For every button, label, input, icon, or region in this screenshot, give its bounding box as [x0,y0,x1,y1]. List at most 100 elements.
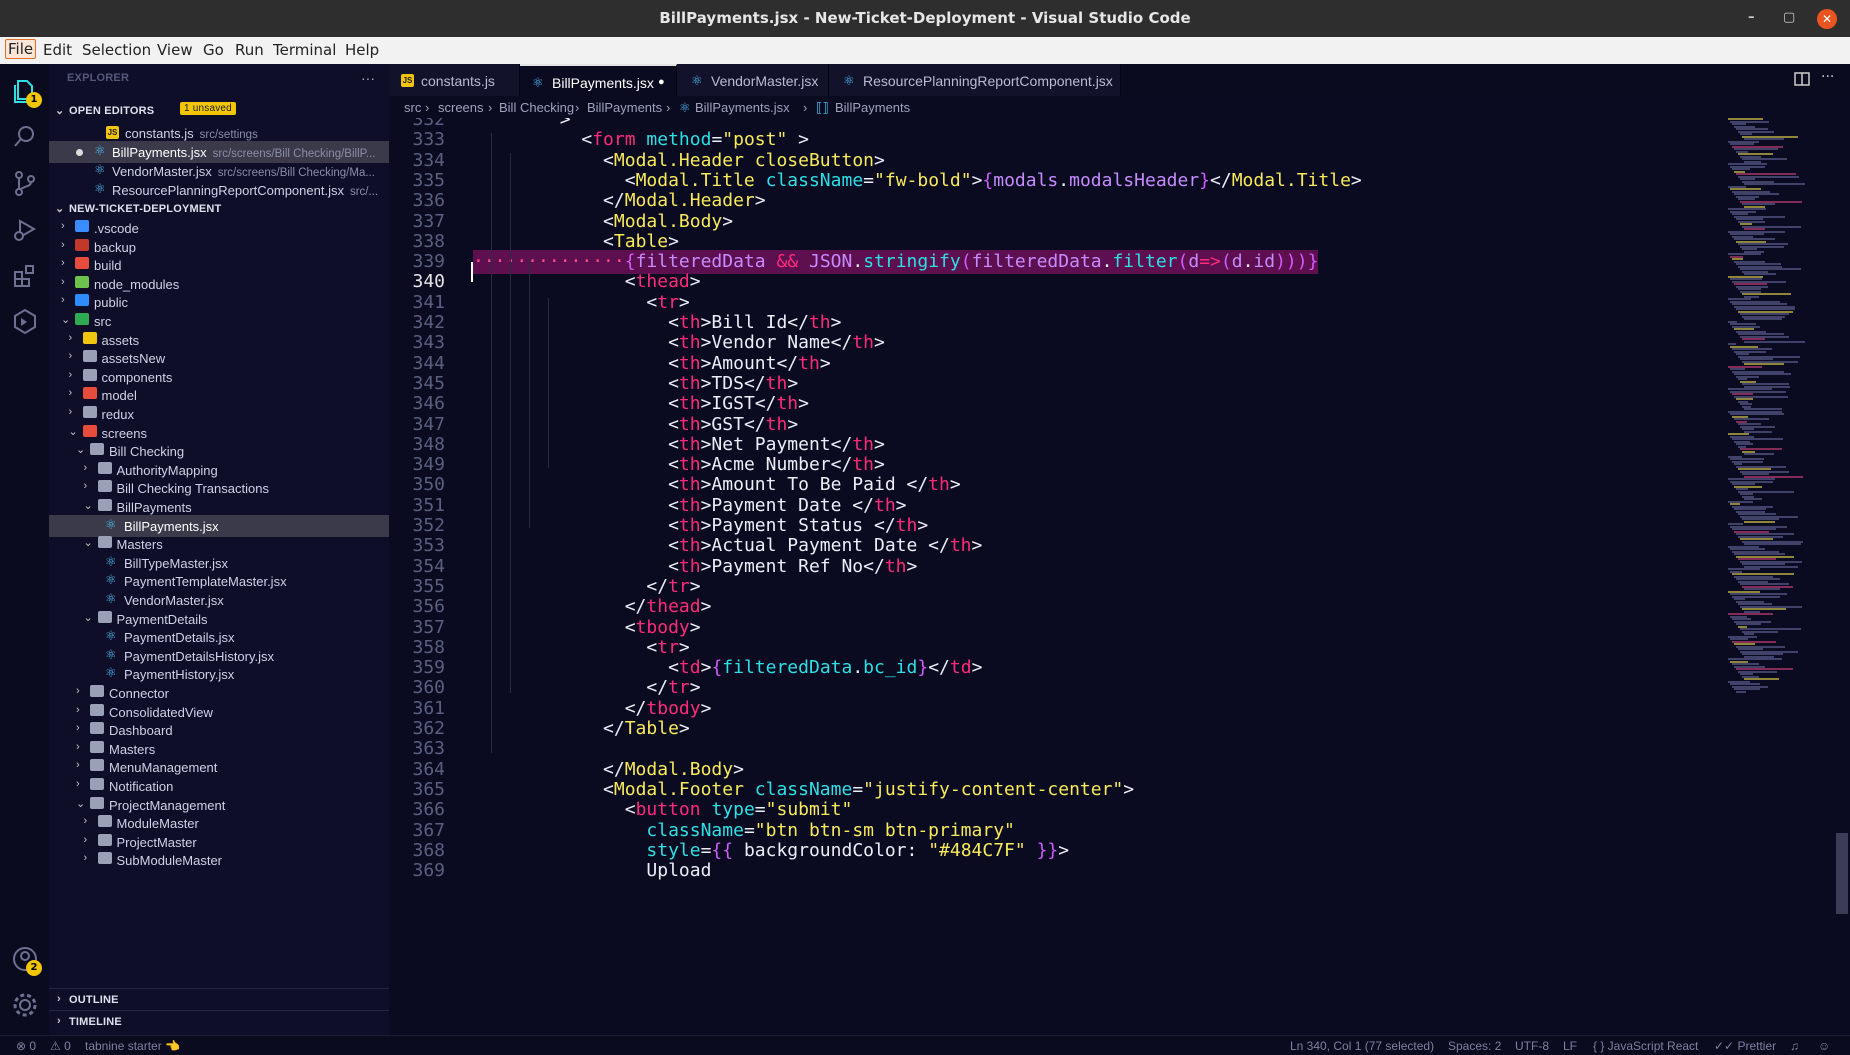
code-line[interactable]: 369 Upload [389,859,1719,883]
settings-gear-icon[interactable] [10,990,40,1020]
tab-label: constants.js [421,73,495,89]
code-editor[interactable]: 332 >333 <form method="post" >334 <Modal… [389,118,1831,1035]
tab-constants[interactable]: JS constants.js [389,64,520,96]
breadcrumb-item[interactable]: BillPayments [835,100,910,115]
file-tree-label: Masters [116,537,163,553]
unsaved-badge: 1 unsaved [180,102,236,115]
chevron-right-icon: › [76,740,80,753]
open-editor-path: src/settings [199,129,258,141]
file-tree-label: PaymentHistory.jsx [124,667,235,683]
chevron-down-icon: ⌄ [83,537,93,550]
chevron-right-icon: › [76,759,80,772]
react-file-icon: ⚛ [94,181,106,196]
file-tree-folder[interactable]: › SubModuleMaster [49,849,389,871]
folder-icon [75,275,89,288]
file-tree-label: Dashboard [109,723,173,739]
project-title: NEW-TICKET-DEPLOYMENT [69,203,222,215]
remote-explorer-icon[interactable] [10,306,40,336]
more-actions-icon[interactable]: ··· [1821,69,1834,85]
open-editors-section[interactable]: ⌄ OPEN EDITORS 1 unsaved [49,100,389,122]
tab-vendormaster[interactable]: ⚛ VendorMaster.jsx [677,64,829,96]
cursor-position[interactable]: Ln 340, Col 1 (77 selected) [1290,1039,1434,1053]
extensions-icon[interactable] [10,260,40,290]
open-editor-name: constants.js [125,126,194,141]
outline-section[interactable]: › OUTLINE [49,988,389,1010]
breadcrumb-item[interactable]: Bill Checking [499,100,574,115]
tab-resourceplanning[interactable]: ⚛ ResourcePlanningReportComponent.jsx [829,64,1121,96]
editor-tabs: JS constants.js ⚛ BillPayments.jsx ● ⚛ V… [389,64,1850,96]
chevron-down-icon: ⌄ [83,611,93,624]
source-control-icon[interactable] [10,168,40,198]
window-title: BillPayments.jsx - New-Ticket-Deployment… [659,9,1191,27]
minimize-button[interactable]: – [1748,10,1755,25]
breadcrumb-item[interactable]: screens [438,100,484,115]
folder-icon [82,350,97,363]
timeline-section[interactable]: › TIMELINE [49,1010,389,1032]
menu-go[interactable]: Go [203,41,224,59]
folder-icon [82,368,97,381]
menu-view[interactable]: View [157,41,193,59]
close-button[interactable]: ✕ [1817,9,1837,29]
chevron-right-icon: › [61,220,65,232]
dirty-dot-icon[interactable]: ● [658,76,665,88]
chevron-right-icon: › [76,778,80,790]
folder-icon [90,722,104,735]
folder-icon [97,480,112,493]
folder-icon [90,740,104,753]
minimap[interactable] [1720,118,1830,818]
breadcrumb-item[interactable]: src [404,100,421,115]
more-actions-icon[interactable]: ··· [361,70,375,86]
search-icon[interactable] [10,122,40,152]
chevron-right-icon: › [68,350,73,363]
problems-warnings[interactable]: ⚠ 0 [50,1039,71,1053]
menu-file[interactable]: File [5,39,37,59]
explorer-icon[interactable]: 1 [10,76,42,108]
explorer-sidebar: EXPLORER ··· ⌄ OPEN EDITORS 1 unsaved JS… [49,64,389,1035]
chevron-down-icon: ⌄ [76,797,86,810]
accounts-badge: 2 [26,960,42,976]
chevron-right-icon: › [68,406,73,418]
file-tree-label: redux [101,407,135,422]
maximize-button[interactable]: ▢ [1783,10,1795,25]
file-tree-label: ModuleMaster [116,816,199,832]
breadcrumb-item[interactable]: BillPayments.jsx [695,100,790,115]
encoding[interactable]: UTF-8 [1515,1039,1549,1053]
notifications-bell-icon[interactable]: ♫ [1790,1039,1799,1053]
menu-run[interactable]: Run [235,41,264,59]
problems-errors[interactable]: ⊗ 0 [16,1039,36,1053]
open-editor-path: src/screens/Bill Checking/Ma... [217,167,375,179]
split-editor-icon[interactable] [1794,71,1810,91]
folder-icon [75,313,89,325]
file-tree-label: PaymentDetailsHistory.jsx [124,648,275,664]
indentation[interactable]: Spaces: 2 [1448,1039,1501,1053]
prettier-status[interactable]: ✓✓ Prettier [1714,1039,1776,1053]
react-file-icon: ⚛ [105,516,117,532]
open-editor-name: ResourcePlanningReportComponent.jsx [112,183,344,198]
menu-help[interactable]: Help [345,41,379,59]
react-file-icon: ⚛ [105,665,117,681]
run-debug-icon[interactable] [10,214,40,244]
tabnine-status[interactable]: tabnine starter 👈 [85,1039,180,1053]
chevron-down-icon: ⌄ [55,105,65,117]
line-ending[interactable]: LF [1563,1039,1577,1053]
menu-selection[interactable]: Selection [82,41,151,59]
activity-bar: 1 2 [0,64,49,1035]
file-tree-label: assetsNew [101,351,166,367]
language-mode[interactable]: { } JavaScript React [1593,1039,1698,1053]
title-bar: BillPayments.jsx - New-Ticket-Deployment… [0,0,1850,37]
chevron-right-icon: › [76,722,80,735]
file-tree-label: ProjectMaster [116,834,197,850]
feedback-icon[interactable]: ☺ [1818,1039,1830,1053]
react-file-icon: ⚛ [105,553,117,569]
react-file-icon: ⚛ [94,162,106,177]
chevron-right-icon: › [83,461,88,474]
tab-billpayments[interactable]: ⚛ BillPayments.jsx ● [520,64,677,96]
chevron-right-icon: › [61,257,65,270]
menu-edit[interactable]: Edit [43,41,72,59]
scrollbar-thumb[interactable] [1836,833,1848,914]
menu-terminal[interactable]: Terminal [273,41,336,59]
breadcrumb-item[interactable]: BillPayments [587,100,662,115]
file-tree-label: ConsolidatedView [109,704,213,720]
vertical-scrollbar[interactable] [1834,118,1850,1035]
account-icon[interactable]: 2 [10,944,42,976]
